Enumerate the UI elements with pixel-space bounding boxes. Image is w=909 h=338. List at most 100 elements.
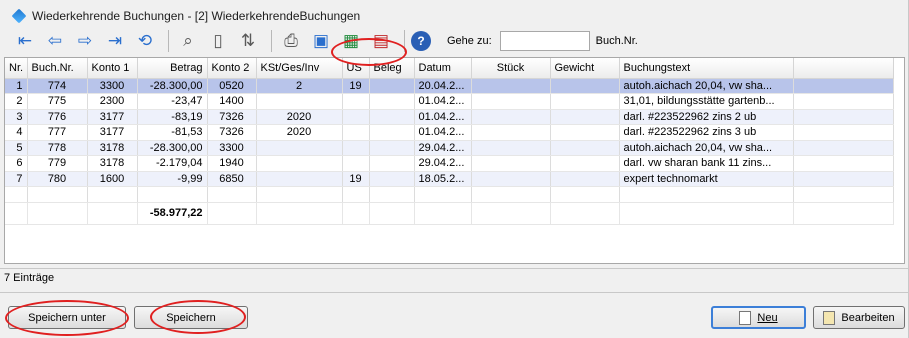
toolbar-separator: [404, 30, 405, 52]
cell-total-empty: [5, 201, 28, 225]
cell-konto2: 0520: [207, 78, 257, 94]
cell-betrag: -2.179,04: [137, 155, 208, 172]
cell-kst: [256, 171, 343, 187]
first-record-icon[interactable]: ⇤: [12, 29, 38, 53]
cell-kst: [256, 93, 343, 110]
col-header-us[interactable]: US: [342, 58, 370, 79]
goto-input[interactable]: [499, 31, 590, 51]
status-divider: [0, 268, 909, 269]
cell-betrag: -9,99: [137, 171, 208, 187]
cell-konto2: 6850: [207, 171, 257, 187]
table-row[interactable]: 1 774 3300 -28.300,00 0520 2 19 20.04.2... autoh…: [5, 78, 894, 94]
table-row[interactable]: 7 780 1600 -9,99 6850 19 18.05.2... expert tech…: [5, 171, 894, 187]
cell-buchungstext: darl. #223522962 zins 3 ub: [619, 124, 794, 141]
col-header-buchungstext[interactable]: Buchungstext: [619, 58, 794, 79]
button-bar-divider: [0, 292, 909, 293]
cell-nr: 6: [5, 155, 28, 172]
cell-us: [342, 109, 370, 125]
cell-filler: [793, 140, 894, 156]
cell-konto1: 3177: [87, 124, 138, 141]
pdf-export-icon[interactable]: ▤: [368, 29, 394, 53]
cell-konto1: 3177: [87, 109, 138, 125]
cell-filler: [793, 78, 894, 94]
window-title: Wiederkehrende Buchungen - [2] Wiederkeh…: [32, 9, 361, 23]
find-document-icon[interactable]: ▯: [205, 29, 231, 53]
save-icon[interactable]: ▣: [308, 29, 334, 53]
cell-empty: [87, 186, 138, 203]
total-row: -58.977,22: [5, 201, 894, 225]
cell-gewicht: [550, 140, 620, 156]
cell-buchnr: 779: [27, 155, 88, 172]
table-row[interactable]: 2 775 2300 -23,47 1400 01.04.2... 31,01, bildu…: [5, 93, 894, 110]
cell-datum: 01.04.2...: [414, 124, 472, 141]
cell-gewicht: [550, 155, 620, 172]
cell-beleg: [369, 171, 415, 187]
edit-document-icon: [823, 310, 836, 325]
new-button[interactable]: Neu: [711, 306, 806, 329]
cell-stueck: [471, 155, 551, 172]
excel-export-icon[interactable]: ▦: [338, 29, 364, 53]
cell-buchnr: 776: [27, 109, 88, 125]
cell-konto1: 3300: [87, 78, 138, 94]
cell-nr: 4: [5, 124, 28, 141]
cell-total-empty: [550, 201, 620, 225]
col-header-datum[interactable]: Datum: [414, 58, 472, 79]
bookings-table: Nr. Buch.Nr. Konto 1 Betrag Konto 2 KSt/…: [5, 58, 894, 225]
cell-datum: 01.04.2...: [414, 109, 472, 125]
cell-stueck: [471, 140, 551, 156]
cell-total-empty: [619, 201, 794, 225]
cell-konto1: 2300: [87, 93, 138, 110]
col-header-gewicht[interactable]: Gewicht: [550, 58, 620, 79]
col-header-beleg[interactable]: Beleg: [369, 58, 415, 79]
col-header-stueck[interactable]: Stück: [471, 58, 551, 79]
cell-us: [342, 93, 370, 110]
cell-beleg: [369, 93, 415, 110]
search-icon[interactable]: ⌕: [175, 29, 201, 53]
refresh-icon[interactable]: ⟲: [132, 29, 158, 53]
col-header-konto1[interactable]: Konto 1: [87, 58, 138, 79]
table-row[interactable]: 6 779 3178 -2.179,04 1940 29.04.2... darl. vw …: [5, 155, 894, 172]
edit-button[interactable]: Bearbeiten: [813, 306, 905, 329]
prev-record-icon[interactable]: ⇦: [42, 29, 68, 53]
table-row[interactable]: 3 776 3177 -83,19 7326 2020 01.04.2... darl. #2…: [5, 109, 894, 125]
col-header-buchnr[interactable]: Buch.Nr.: [27, 58, 88, 79]
col-header-kst[interactable]: KSt/Ges/Inv: [256, 58, 343, 79]
cell-gewicht: [550, 78, 620, 94]
cell-buchungstext: expert technomarkt: [619, 171, 794, 187]
help-icon[interactable]: ?: [411, 31, 431, 51]
cell-gewicht: [550, 109, 620, 125]
col-header-konto2[interactable]: Konto 2: [207, 58, 257, 79]
cell-nr: 2: [5, 93, 28, 110]
cell-total-empty: [342, 201, 370, 225]
table-row[interactable]: 4 777 3177 -81,53 7326 2020 01.04.2... darl. #2…: [5, 124, 894, 141]
cell-konto2: 1400: [207, 93, 257, 110]
cell-kst: [256, 140, 343, 156]
cell-filler: [793, 124, 894, 141]
cell-buchnr: 775: [27, 93, 88, 110]
save-button[interactable]: Speichern: [134, 306, 248, 329]
bookings-grid[interactable]: Nr. Buch.Nr. Konto 1 Betrag Konto 2 KSt/…: [4, 57, 905, 264]
cell-buchnr: 777: [27, 124, 88, 141]
next-record-icon[interactable]: ⇨: [72, 29, 98, 53]
cell-buchungstext: autoh.aichach 20,04, vw sha...: [619, 140, 794, 156]
cell-beleg: [369, 109, 415, 125]
col-header-betrag[interactable]: Betrag: [137, 58, 208, 79]
cell-betrag: -23,47: [137, 93, 208, 110]
cell-datum: 01.04.2...: [414, 93, 472, 110]
col-header-nr[interactable]: Nr.: [5, 58, 28, 79]
toolbar-separator: [168, 30, 169, 52]
sort-icon[interactable]: ⇅: [235, 29, 261, 53]
cell-total-empty: [87, 201, 138, 225]
table-row[interactable]: 5 778 3178 -28.300,00 3300 29.04.2... autoh.ai…: [5, 140, 894, 156]
empty-row[interactable]: [5, 186, 894, 203]
print-icon[interactable]: ⎙: [278, 29, 304, 53]
title-bar: Wiederkehrende Buchungen - [2] Wiederkeh…: [4, 6, 904, 26]
cell-beleg: [369, 78, 415, 94]
save-as-button[interactable]: Speichern unter: [8, 306, 126, 329]
cell-empty: [619, 186, 794, 203]
cell-us: 19: [342, 171, 370, 187]
col-header-filler: [793, 58, 894, 79]
last-record-icon[interactable]: ⇥: [102, 29, 128, 53]
cell-us: [342, 155, 370, 172]
cell-kst: 2020: [256, 109, 343, 125]
